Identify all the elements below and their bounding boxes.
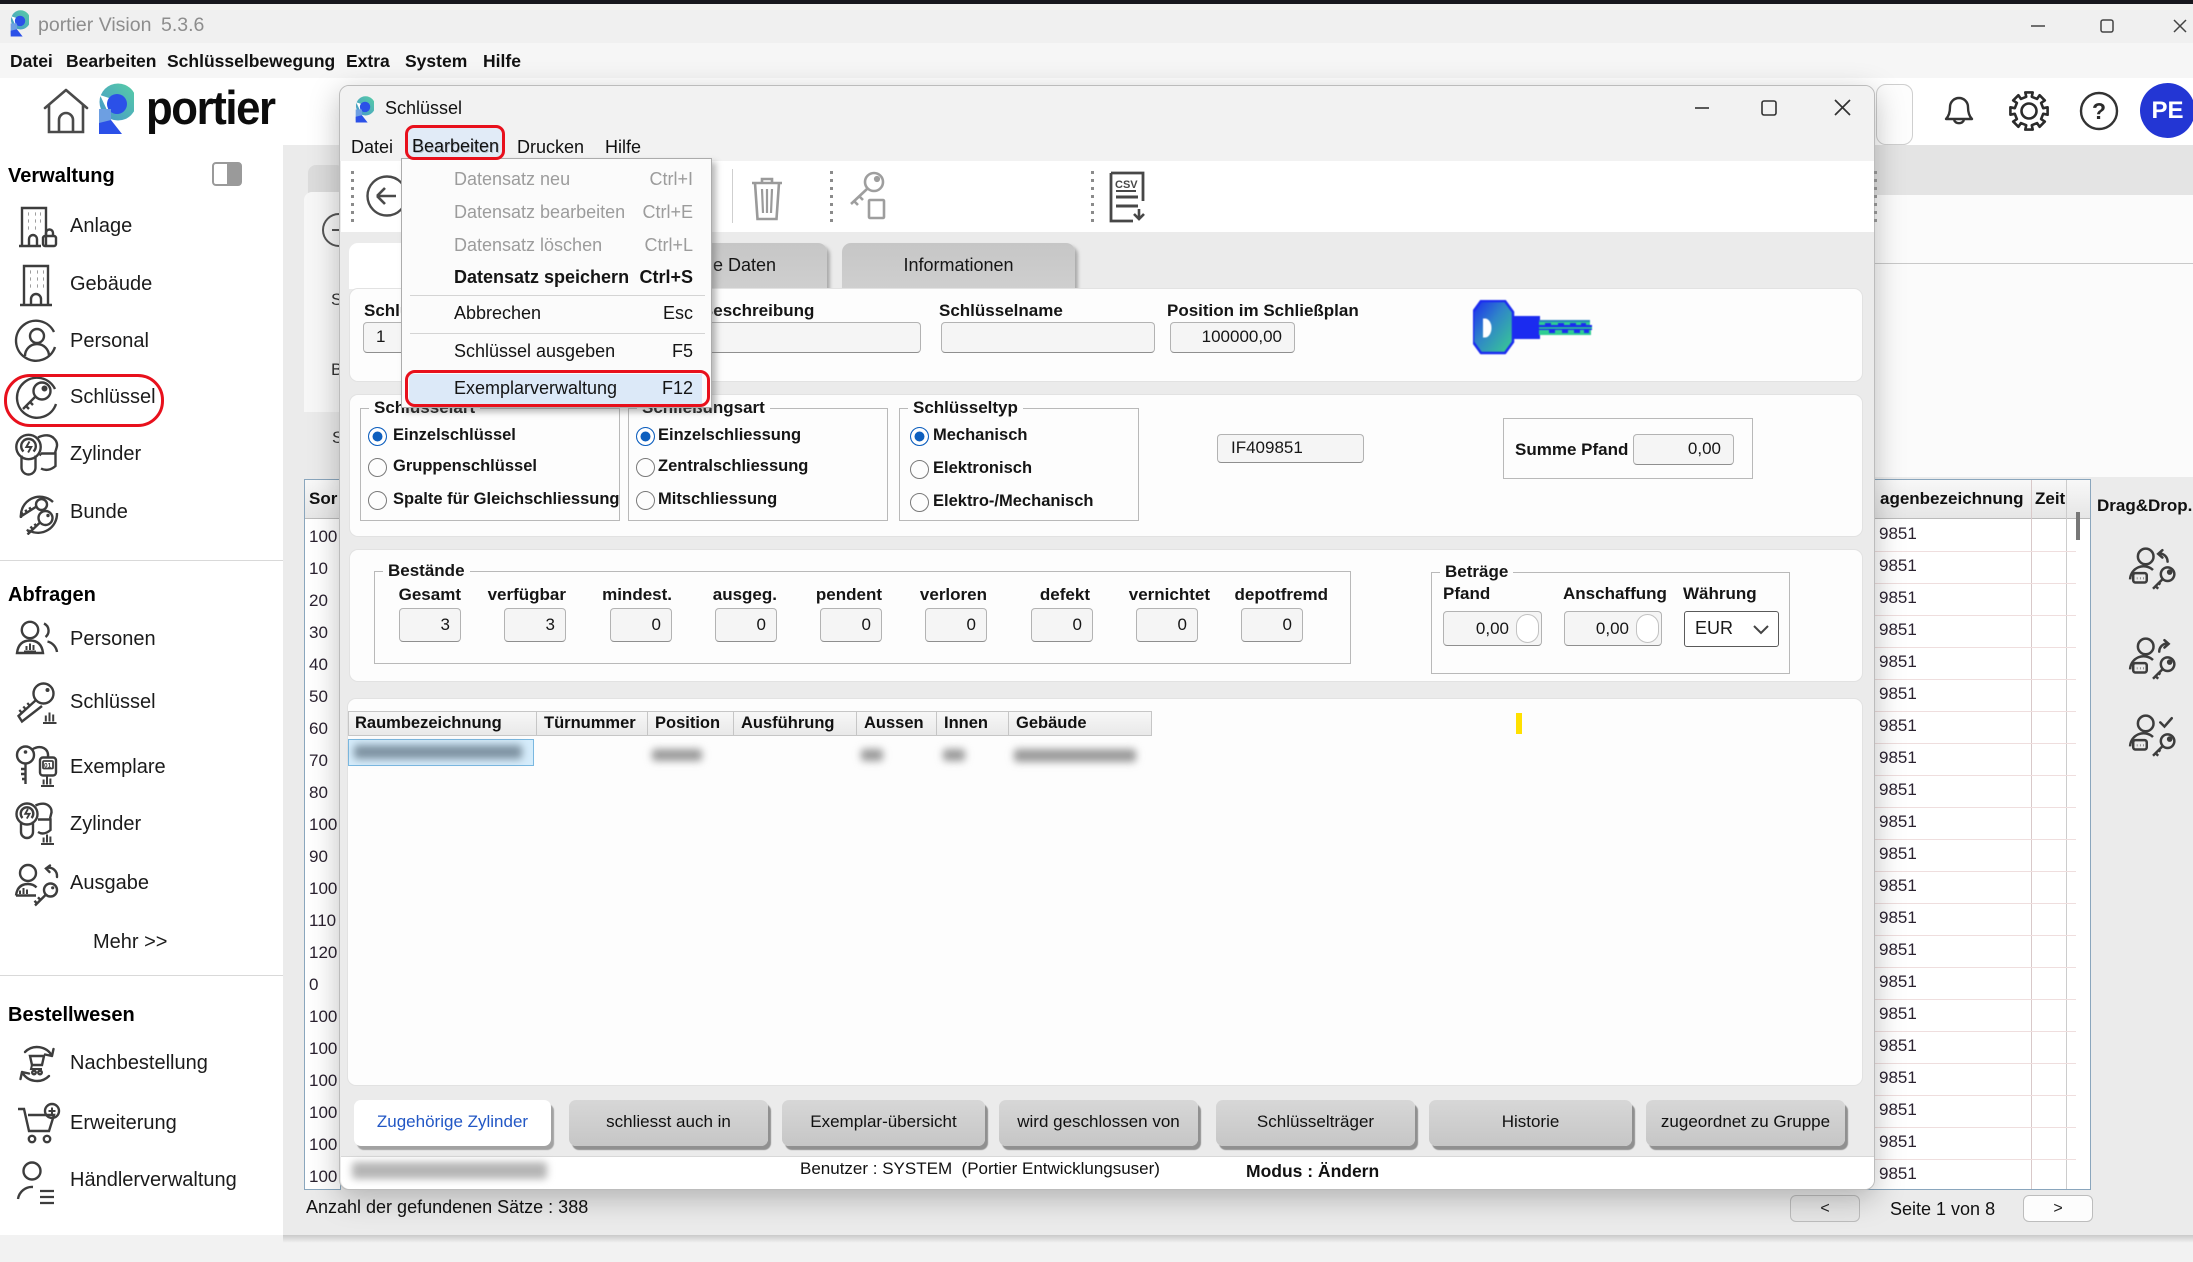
svg-text:?: ? (2092, 98, 2106, 124)
svg-text:CSV: CSV (1115, 179, 1138, 191)
svg-text:01: 01 (44, 763, 52, 770)
